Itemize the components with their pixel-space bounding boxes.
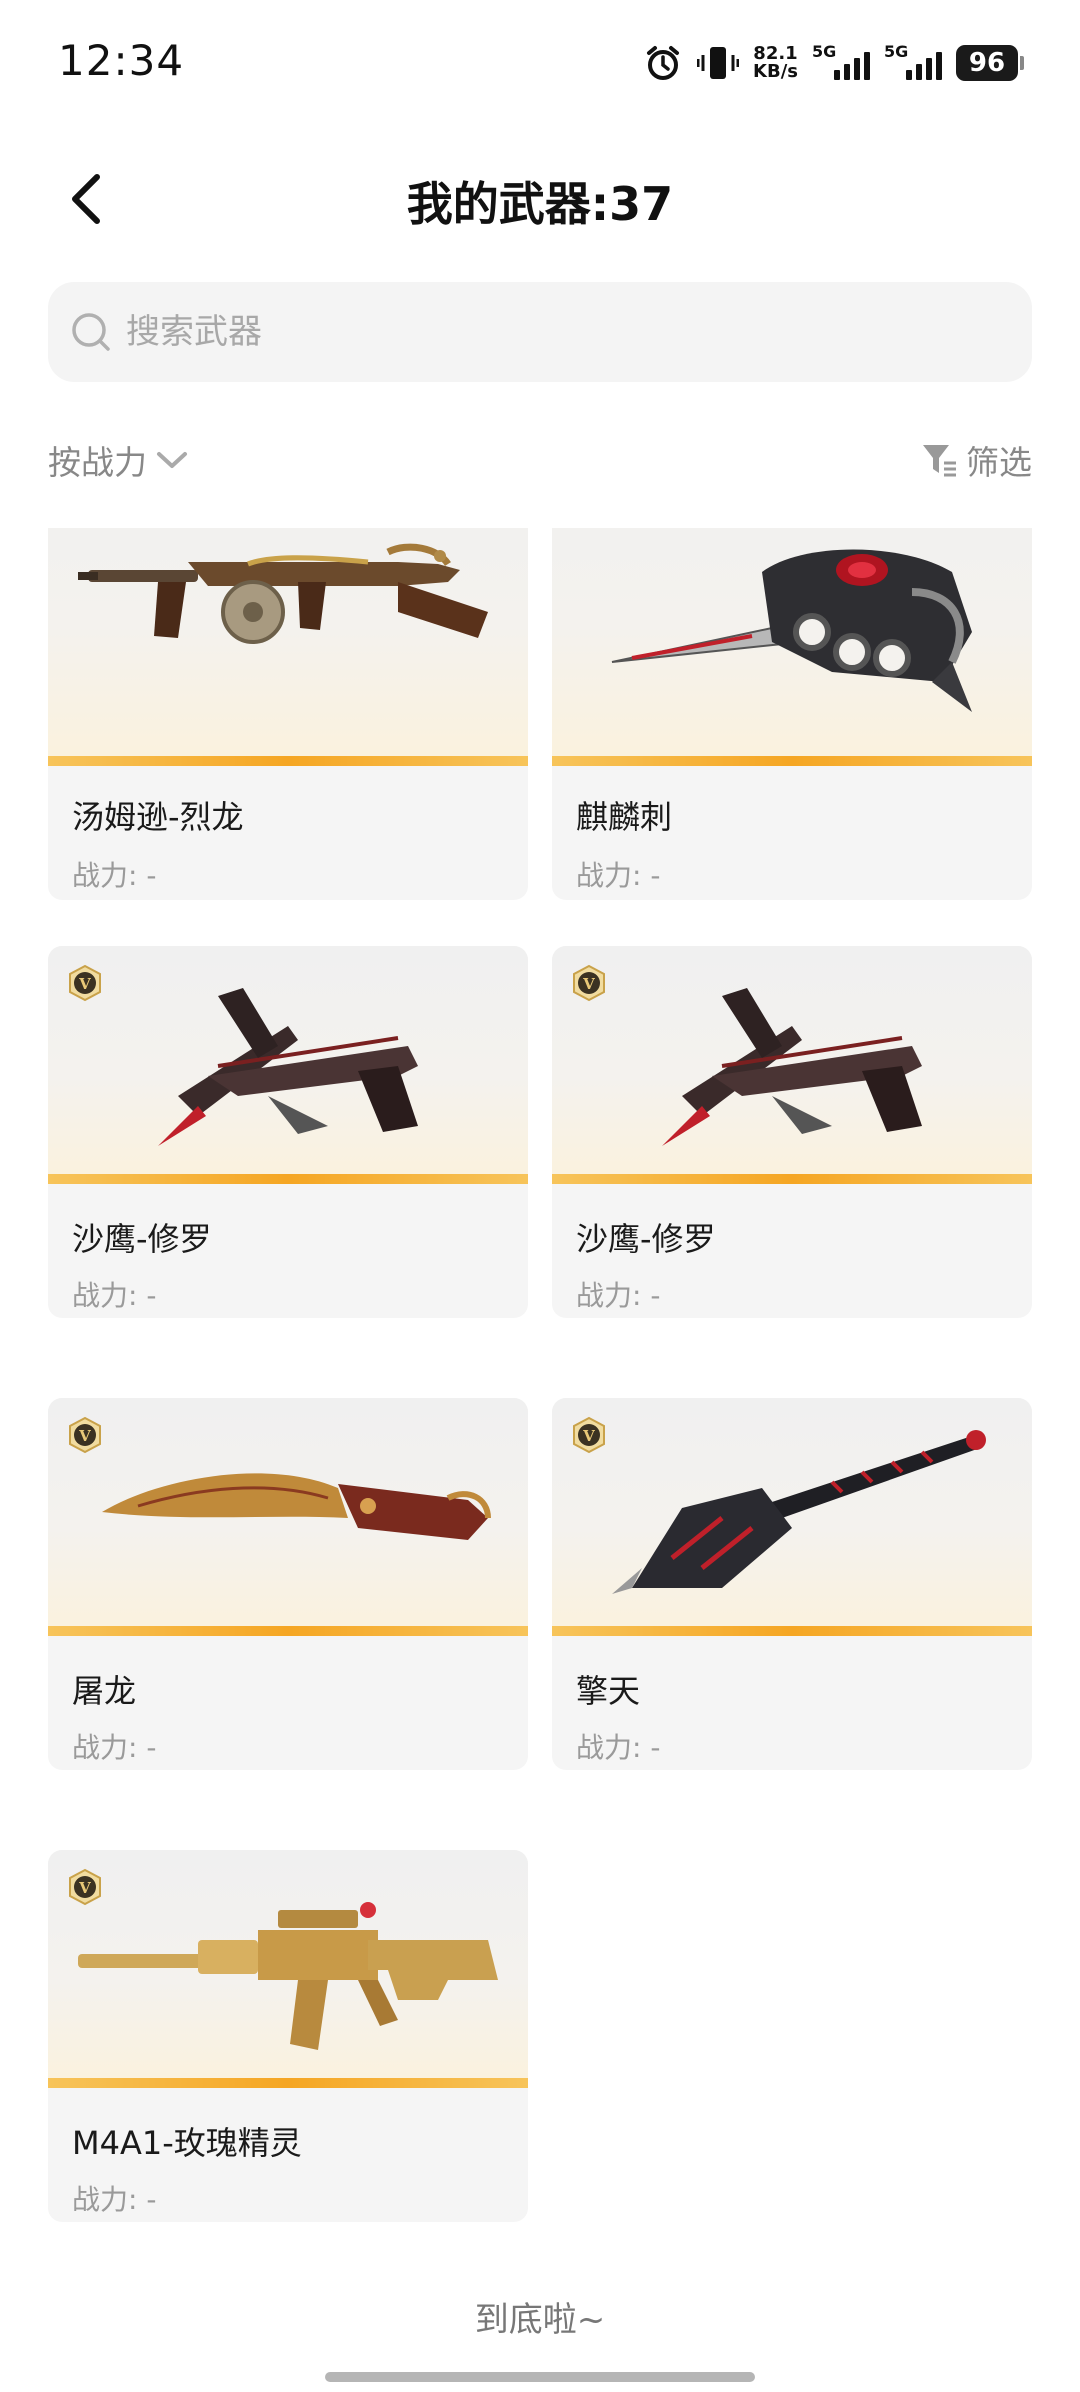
list-end-text: 到底啦~ — [474, 2300, 606, 2340]
weapon-power: 战力: - — [576, 1731, 661, 1764]
sort-label: 按战力 — [48, 443, 147, 482]
status-bar: 12:34 82.1 KB/s 5G 5G 96 — [0, 0, 1080, 130]
network-speed: 82.1 KB/s — [753, 45, 798, 81]
weapon-power: 战力: - — [576, 1279, 661, 1312]
weapon-power: 战力: - — [72, 859, 157, 892]
rifle-icon — [68, 1870, 508, 2070]
weapon-card[interactable]: V 麒麟刺 战力: - — [552, 528, 1032, 900]
weapon-power: 战力: - — [72, 1731, 157, 1764]
tommy-gun-icon — [68, 542, 508, 752]
sim2-signal-icon: 5G — [884, 42, 942, 80]
weapon-name: 屠龙 — [72, 1672, 137, 1710]
weapon-card[interactable]: V 沙鹰-修罗 战力: - — [48, 946, 528, 1318]
filter-icon — [923, 445, 956, 477]
filter-label: 筛选 — [966, 443, 1032, 482]
weapon-card[interactable]: V 沙鹰-修罗 战力: - — [552, 946, 1032, 1318]
sim2-label: 5G — [884, 42, 909, 61]
chevron-down-icon — [157, 452, 187, 468]
desert-eagle-icon — [68, 966, 508, 1166]
weapon-card[interactable]: V 擎天 战力: - — [552, 1398, 1032, 1770]
battery-icon: 96 — [956, 45, 1024, 81]
battery-level: 96 — [956, 45, 1018, 81]
sort-dropdown[interactable]: 按战力 — [48, 436, 189, 484]
weapon-name: M4A1-玫瑰精灵 — [72, 2124, 302, 2162]
status-icons: 82.1 KB/s 5G 5G 96 — [643, 38, 1024, 88]
weapon-name: 沙鹰-修罗 — [72, 1220, 212, 1258]
search-input[interactable] — [126, 312, 926, 352]
knuckle-blade-icon — [572, 532, 1012, 752]
kukri-knife-icon — [68, 1418, 508, 1618]
alarm-icon — [643, 43, 683, 83]
weapon-power: 战力: - — [72, 2183, 157, 2216]
weapon-card[interactable]: V 汤姆逊-烈龙 战力: - — [48, 528, 528, 900]
weapon-power: 战力: - — [576, 859, 661, 892]
shovel-icon — [572, 1418, 1012, 1618]
weapon-card[interactable]: V 屠龙 战力: - — [48, 1398, 528, 1770]
sim1-label: 5G — [812, 42, 837, 61]
sim1-signal-icon: 5G — [812, 42, 870, 80]
vibrate-icon — [697, 43, 740, 83]
weapon-name: 擎天 — [576, 1672, 641, 1710]
network-speed-unit: KB/s — [753, 61, 798, 82]
weapon-grid: V 汤姆逊-烈龙 战力: - — [48, 528, 1032, 2246]
weapon-name: 沙鹰-修罗 — [576, 1220, 716, 1258]
home-indicator[interactable] — [325, 2372, 755, 2382]
weapon-name: 汤姆逊-烈龙 — [72, 798, 244, 836]
weapon-card[interactable]: V M4A1-玫瑰精灵 战力: - — [48, 1850, 528, 2222]
status-time: 12:34 — [58, 36, 185, 85]
page-title: 我的武器:37 — [406, 177, 674, 231]
search-icon — [72, 313, 110, 351]
search-bar[interactable] — [48, 282, 1032, 382]
weapon-power: 战力: - — [72, 1279, 157, 1312]
header: 我的武器:37 — [0, 150, 1080, 250]
sort-filter-row: 按战力 筛选 — [48, 430, 1032, 490]
weapon-name: 麒麟刺 — [576, 798, 673, 836]
desert-eagle-icon — [572, 966, 1012, 1166]
filter-button[interactable]: 筛选 — [920, 436, 1032, 484]
